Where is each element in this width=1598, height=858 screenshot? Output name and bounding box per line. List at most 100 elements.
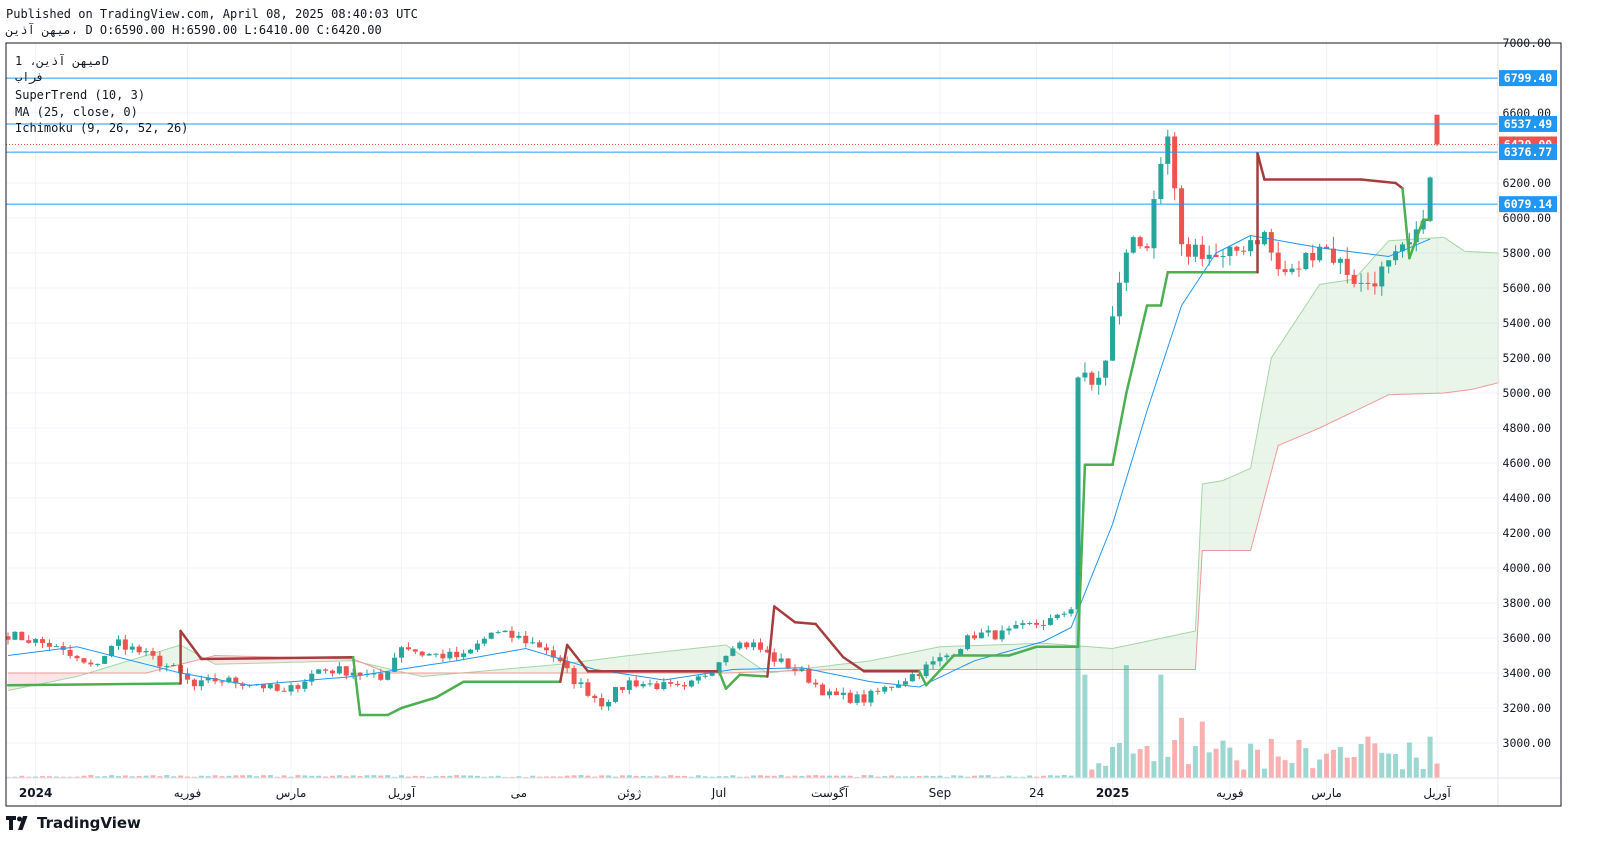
y-tick-label: 3200.00 (1503, 701, 1552, 715)
volume-bar (1206, 752, 1212, 778)
candle-body (191, 679, 197, 687)
candle-body (219, 681, 225, 683)
candle-body (1372, 283, 1378, 287)
candle-body (1034, 622, 1040, 625)
cloud-segment (1416, 238, 1424, 394)
candle-body (447, 651, 453, 659)
price-chart[interactable]: 3000.00 3200.00 3400.00 3600.00 3800.00 4000.… (0, 0, 1598, 858)
candle-body (164, 665, 170, 667)
candle-body (840, 692, 846, 696)
candle-body (909, 674, 915, 682)
cloud-segment (1209, 481, 1217, 551)
candle-body (150, 651, 156, 656)
candle-body (1296, 268, 1302, 270)
y-tick-label: 3400.00 (1503, 666, 1552, 680)
cloud-segment (14, 673, 22, 690)
candle-body (930, 661, 936, 665)
volume-bar (1379, 752, 1385, 778)
volume-bar (1220, 740, 1226, 778)
candle-body (1337, 258, 1343, 263)
volume-bar (1137, 749, 1143, 778)
candle-body (323, 669, 329, 671)
cloud-segment (35, 673, 43, 685)
supertrend-segment (1125, 304, 1149, 395)
cloud-segment (877, 657, 885, 670)
volume-bar (1234, 760, 1240, 778)
candle-body (571, 668, 577, 685)
volume-bar (1096, 763, 1102, 778)
candle-body (502, 630, 508, 633)
candle-body (405, 647, 411, 650)
cloud-segment (1292, 316, 1299, 440)
candle-body (1144, 246, 1150, 249)
candle-body (1365, 282, 1371, 284)
candle-body (115, 639, 121, 646)
cloud-segment (1347, 279, 1355, 415)
candle-body (958, 649, 964, 656)
candle-body (1427, 177, 1433, 221)
candle-body (19, 631, 25, 641)
candle-body (1082, 372, 1088, 378)
candle-body (599, 698, 605, 707)
cloud-segment (1340, 280, 1348, 419)
cloud-segment (1298, 305, 1306, 437)
volume-bar (1172, 740, 1178, 778)
candle-body (889, 686, 895, 688)
cloud-segment (995, 644, 1003, 670)
cloud-segment (1271, 347, 1279, 472)
candle-body (1041, 624, 1047, 626)
candle-body (419, 651, 425, 656)
y-tick-label: 5000.00 (1503, 386, 1552, 400)
candle-body (1227, 246, 1233, 257)
cloud-segment (1188, 631, 1196, 670)
candle-body (461, 653, 467, 658)
x-tick-label: فوریه (174, 786, 202, 801)
candle-body (902, 681, 908, 685)
candle-body (971, 635, 977, 639)
candle-body (647, 683, 653, 685)
cloud-segment (988, 644, 996, 670)
cloud-segment (1112, 647, 1120, 670)
volume-bar (1330, 749, 1336, 778)
supertrend-segment (773, 605, 797, 624)
candle-body (792, 668, 798, 671)
candle-body (109, 645, 115, 656)
supertrend-segment (1159, 271, 1170, 307)
supertrend-segment (1111, 391, 1128, 466)
candle-body (695, 676, 701, 681)
candle-body (398, 647, 404, 658)
cloud-segment (1091, 646, 1099, 670)
legend-indicator-ichimoku: Ichimoku (9, 26, 52, 26) (15, 121, 188, 135)
cloud-segment (967, 645, 975, 670)
candle-body (1275, 252, 1281, 270)
candle-body (88, 662, 94, 665)
candle-body (1282, 269, 1288, 273)
volume-bar (1344, 757, 1350, 778)
y-tick-label: 4600.00 (1503, 456, 1552, 470)
candle-body (1151, 199, 1157, 249)
candle-body (516, 635, 522, 638)
cloud-segment (905, 652, 913, 670)
cloud-segment (691, 648, 699, 673)
price-label: 6537.49 (1504, 117, 1553, 131)
candle-body (702, 675, 708, 677)
cloud-segment (656, 651, 664, 673)
cloud-segment (1022, 643, 1030, 670)
volume-bar (1144, 745, 1150, 778)
volume-bar (1268, 738, 1274, 778)
cloud-segment (1057, 644, 1065, 670)
candle-body (33, 639, 39, 643)
legend-indicator-supertrend: SuperTrend (10, 3) (15, 88, 145, 102)
candle-body (744, 642, 750, 648)
tradingview-logo-text: TradingView (37, 814, 141, 832)
y-tick-label: 4800.00 (1503, 421, 1552, 435)
tradingview-logo[interactable]: TradingView (6, 814, 141, 832)
candle-body (868, 690, 874, 703)
candle-body (820, 684, 826, 696)
candle-body (12, 631, 18, 640)
candle-body (1268, 232, 1274, 253)
cloud-segment (1084, 646, 1092, 670)
supertrend-segment (1359, 178, 1397, 185)
candle-body (1310, 252, 1316, 261)
candle-body (426, 654, 432, 656)
